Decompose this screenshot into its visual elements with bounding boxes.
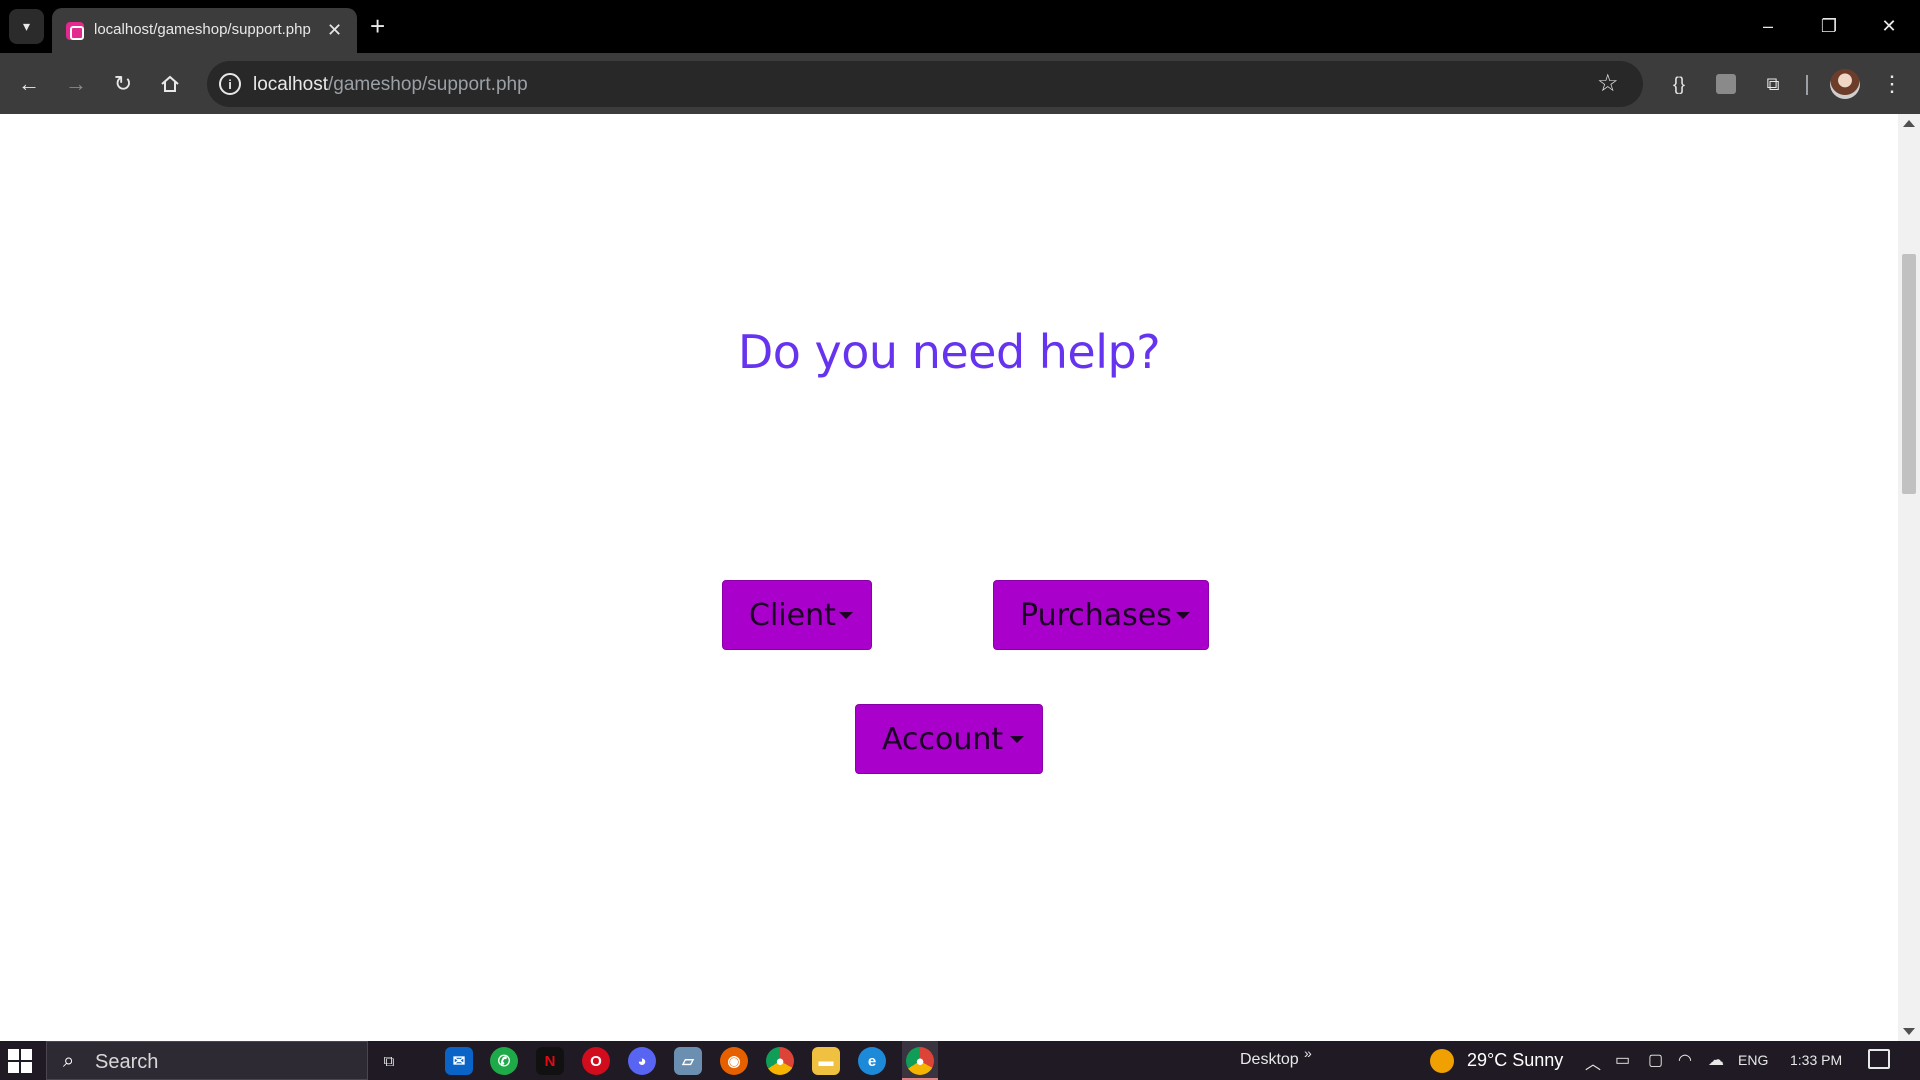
windows-start-icon[interactable] <box>8 1049 32 1073</box>
dropdown-label: Purchases <box>1020 597 1172 633</box>
reload-button[interactable]: ↻ <box>107 68 139 100</box>
tab-close-button[interactable]: ✕ <box>327 19 342 41</box>
chevron-right-icon[interactable]: » <box>1304 1045 1312 1061</box>
chrome-active-icon[interactable]: ● <box>906 1047 934 1075</box>
sun-icon[interactable] <box>1430 1049 1454 1073</box>
tab-search-button[interactable]: ▾ <box>9 9 44 44</box>
mail-icon[interactable]: ✉ <box>445 1047 473 1075</box>
caret-down-icon <box>1176 612 1190 619</box>
purchases-dropdown-button[interactable]: Purchases <box>993 580 1209 650</box>
language-indicator[interactable]: ENG <box>1738 1052 1768 1068</box>
arrow-right-icon: → <box>65 71 87 96</box>
caret-down-icon <box>839 612 853 619</box>
site-info-icon[interactable]: i <box>219 73 241 95</box>
netflix-icon[interactable]: N <box>536 1047 564 1075</box>
url-text[interactable]: localhost/gameshop/support.php <box>253 74 528 96</box>
windows-taskbar: ⌕ Search ⧉ ✉ ✆ N O ◕ ▱ ◉ ● ▬ e ● Desktop… <box>0 1041 1920 1080</box>
minimize-button[interactable]: – <box>1748 10 1788 42</box>
whatsapp-icon[interactable]: ✆ <box>490 1047 518 1075</box>
home-button[interactable] <box>154 68 186 100</box>
tab-title: localhost/gameshop/support.php <box>94 21 311 38</box>
address-bar[interactable]: i localhost/gameshop/support.php ☆ <box>207 61 1643 107</box>
active-tab[interactable]: localhost/gameshop/support.php ✕ <box>52 8 357 53</box>
chevron-down-icon: ▾ <box>22 18 31 34</box>
weather-text[interactable]: 29°C Sunny <box>1467 1050 1563 1071</box>
scroll-down-arrow-icon[interactable] <box>1903 1028 1915 1035</box>
url-host: localhost <box>253 74 328 95</box>
site-favicon-icon <box>66 22 84 40</box>
back-button[interactable]: ← <box>13 68 45 100</box>
search-icon: ⌕ <box>63 1050 75 1072</box>
bookmark-star-icon[interactable]: ☆ <box>1597 69 1619 98</box>
chevron-up-icon[interactable]: ︿ <box>1585 1050 1601 1074</box>
json-extension-icon[interactable]: {} <box>1663 68 1695 100</box>
forward-button[interactable]: → <box>60 68 92 100</box>
desktop-toolbar-label[interactable]: Desktop <box>1240 1051 1299 1069</box>
window-close-button[interactable]: ✕ <box>1869 10 1909 42</box>
scroll-up-arrow-icon[interactable] <box>1903 120 1915 127</box>
account-dropdown-button[interactable]: Account <box>855 704 1043 774</box>
search-placeholder: Search <box>95 1051 159 1073</box>
vertical-scrollbar[interactable] <box>1898 114 1920 1041</box>
clock[interactable]: 1:33 PM <box>1790 1052 1842 1068</box>
page-heading: Do you need help? <box>737 325 1161 379</box>
menu-kebab-icon[interactable]: ⋮ <box>1876 68 1908 100</box>
arrow-left-icon: ← <box>18 71 40 96</box>
notification-icon[interactable] <box>1868 1049 1890 1069</box>
client-dropdown-button[interactable]: Client <box>722 580 872 650</box>
opera-icon[interactable]: O <box>582 1047 610 1075</box>
browser-toolbar: ← → ↻ i localhost/gameshop/support.php ☆… <box>0 53 1920 114</box>
files-app-icon[interactable]: ▱ <box>674 1047 702 1075</box>
taskbar-search-box[interactable]: ⌕ Search <box>46 1041 368 1080</box>
battery-icon[interactable]: ▭ <box>1615 1050 1630 1070</box>
reload-icon: ↻ <box>113 71 133 96</box>
toolbar-divider <box>1806 75 1808 95</box>
meet-icon[interactable]: ▢ <box>1648 1050 1663 1070</box>
url-path: /gameshop/support.php <box>328 74 528 95</box>
task-view-icon[interactable]: ⧉ <box>375 1047 403 1075</box>
page-viewport: Do you need help? Client Purchases Accou… <box>0 114 1920 1041</box>
tab-strip: ▾ localhost/gameshop/support.php ✕ + – ❐… <box>0 0 1920 53</box>
profile-avatar[interactable] <box>1830 69 1860 99</box>
extension-icon[interactable] <box>1710 68 1742 100</box>
discord-icon[interactable]: ◕ <box>628 1047 656 1075</box>
restore-button[interactable]: ❐ <box>1809 10 1849 42</box>
file-explorer-icon[interactable]: ▬ <box>812 1047 840 1075</box>
home-icon <box>161 75 179 92</box>
edge-icon[interactable]: e <box>858 1047 886 1075</box>
scrollbar-thumb[interactable] <box>1902 254 1916 494</box>
firefox-icon[interactable]: ◉ <box>720 1047 748 1075</box>
wifi-icon[interactable]: ◠ <box>1678 1050 1692 1070</box>
caret-down-icon <box>1010 736 1024 743</box>
dropdown-label: Account <box>882 721 1004 757</box>
extensions-puzzle-icon[interactable]: ⧉ <box>1757 68 1789 100</box>
chrome-icon[interactable]: ● <box>766 1047 794 1075</box>
cloud-icon[interactable]: ☁ <box>1708 1050 1724 1070</box>
new-tab-button[interactable]: + <box>370 12 385 40</box>
dropdown-label: Client <box>749 597 836 633</box>
